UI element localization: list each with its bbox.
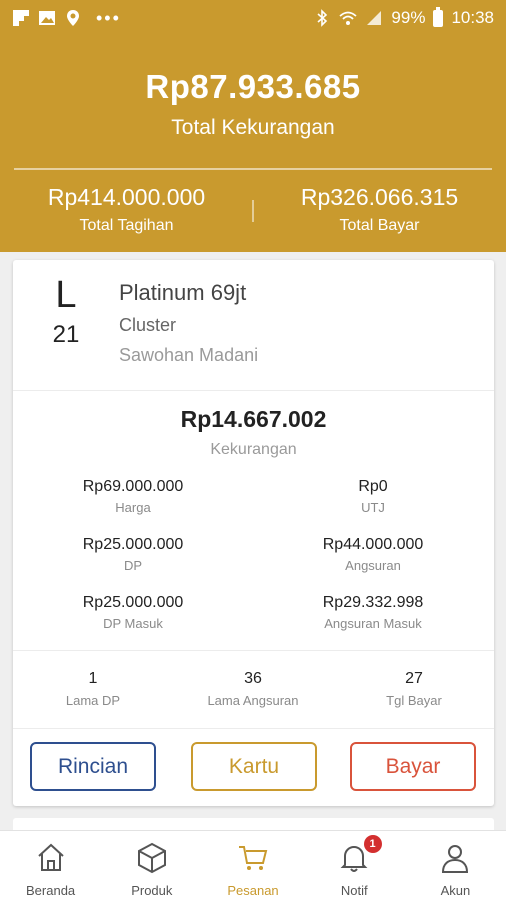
signal-icon <box>367 11 382 25</box>
rincian-button[interactable]: Rincian <box>30 742 156 791</box>
angsuran-label: Angsuran <box>345 558 401 573</box>
tgl-bayar: 27 Tgl Bayar <box>344 670 484 708</box>
dp-masuk-value: Rp25.000.000 <box>82 594 184 611</box>
dp-masuk-label: DP Masuk <box>103 616 163 631</box>
cart-icon <box>239 846 268 870</box>
box-icon <box>137 842 166 874</box>
unit-number: 21 <box>52 321 80 348</box>
product-location: Sawohan Madani <box>119 345 259 365</box>
nav-item-pesanan[interactable]: Pesanan <box>202 831 303 900</box>
flipboard-icon <box>13 10 29 26</box>
total-bayar-value: Rp326.066.315 <box>300 184 459 210</box>
nav-label: Notif <box>340 883 368 898</box>
angsuran-value: Rp44.000.000 <box>322 536 424 553</box>
notif-badge: 1 <box>363 835 382 853</box>
user-icon <box>442 845 469 873</box>
harga: Rp69.000.000 Harga <box>33 478 233 515</box>
harga-label: Harga <box>115 500 151 515</box>
clock-time: 10:38 <box>451 8 494 27</box>
order-card: L 21 Platinum 69jt Cluster Sawohan Madan… <box>13 260 494 806</box>
utj-label: UTJ <box>361 500 385 515</box>
dp: Rp25.000.000 DP <box>33 536 233 573</box>
product-name: Platinum 69jt <box>119 280 247 305</box>
product-type: Cluster <box>119 315 177 335</box>
status-bar: ••• 99% 10:38 <box>0 0 506 36</box>
wifi-icon <box>339 11 358 25</box>
utj-value: Rp0 <box>358 478 388 495</box>
total-tagihan-label: Total Tagihan <box>79 217 174 234</box>
lama-angsuran: 36 Lama Angsuran <box>183 670 323 708</box>
tgl-bayar-value: 27 <box>405 670 423 687</box>
lama-angsuran-label: Lama Angsuran <box>207 693 299 708</box>
angsuran-masuk: Rp29.332.998 Angsuran Masuk <box>273 594 473 631</box>
totals-separator <box>252 200 254 222</box>
total-tagihan-value: Rp414.000.000 <box>47 184 206 210</box>
divider <box>13 650 494 651</box>
unit-block: L 21 <box>45 274 87 349</box>
nav-label: Pesanan <box>227 883 279 898</box>
angsuran-masuk-label: Angsuran Masuk <box>324 616 422 631</box>
header-divider <box>14 168 492 170</box>
kekurangan-label: Kekurangan <box>210 441 297 458</box>
detail-row: Rp25.000.000 DP Masuk Rp29.332.998 Angsu… <box>13 594 494 652</box>
detail-row: Rp69.000.000 Harga Rp0 UTJ <box>13 478 494 536</box>
nav-item-produk[interactable]: Produk <box>101 831 202 900</box>
lama-angsuran-value: 36 <box>244 670 262 687</box>
dp-value: Rp25.000.000 <box>82 536 184 553</box>
harga-value: Rp69.000.000 <box>82 478 184 495</box>
bottom-navigation: Beranda Produk Pesanan 1 Notif Akun <box>0 830 506 900</box>
bayar-button[interactable]: Bayar <box>350 742 476 791</box>
detail-row: Rp25.000.000 DP Rp44.000.000 Angsuran <box>13 536 494 594</box>
payment-details: Rp69.000.000 Harga Rp0 UTJ Rp25.000.000 … <box>13 478 494 652</box>
lama-dp-value: 1 <box>88 670 98 687</box>
tgl-bayar-label: Tgl Bayar <box>386 693 442 708</box>
angsuran-masuk-value: Rp29.332.998 <box>322 594 424 611</box>
summary-header: ••• 99% 10:38 Rp87.933.685 Total Kekuran… <box>0 0 506 252</box>
angsuran: Rp44.000.000 Angsuran <box>273 536 473 573</box>
nav-label: Akun <box>440 883 471 898</box>
total-bayar: Rp326.066.315 Total Bayar <box>253 184 506 235</box>
divider <box>13 390 494 391</box>
image-icon <box>39 11 55 25</box>
total-kekurangan-value: Rp87.933.685 <box>145 68 361 105</box>
nav-item-akun[interactable]: Akun <box>405 831 506 900</box>
installment-stats: 1 Lama DP 36 Lama Angsuran 27 Tgl Bayar <box>13 670 494 720</box>
battery-icon <box>433 6 444 27</box>
utj: Rp0 UTJ <box>273 478 473 515</box>
nav-label: Produk <box>131 883 173 898</box>
lama-dp-label: Lama DP <box>65 693 121 708</box>
total-tagihan: Rp414.000.000 Total Tagihan <box>0 184 253 235</box>
total-bayar-label: Total Bayar <box>339 217 420 234</box>
home-icon <box>37 843 64 871</box>
totals-row: Rp414.000.000 Total Tagihan Rp326.066.31… <box>0 184 506 235</box>
dp-masuk: Rp25.000.000 DP Masuk <box>33 594 233 631</box>
more-notifications-icon: ••• <box>96 7 121 28</box>
nav-item-beranda[interactable]: Beranda <box>0 831 101 900</box>
nav-item-notif[interactable]: 1 Notif <box>304 831 405 900</box>
unit-block-letter: L <box>55 274 77 316</box>
divider <box>13 728 494 729</box>
lama-dp: 1 Lama DP <box>23 670 163 708</box>
battery-percent: 99% <box>391 8 426 27</box>
kekurangan-value: Rp14.667.002 <box>180 406 327 432</box>
bluetooth-icon <box>317 9 328 27</box>
location-icon <box>67 10 79 26</box>
dp-label: DP <box>123 558 143 573</box>
kartu-button[interactable]: Kartu <box>191 742 317 791</box>
total-kekurangan-label: Total Kekurangan <box>171 116 335 139</box>
nav-label: Beranda <box>26 883 76 898</box>
